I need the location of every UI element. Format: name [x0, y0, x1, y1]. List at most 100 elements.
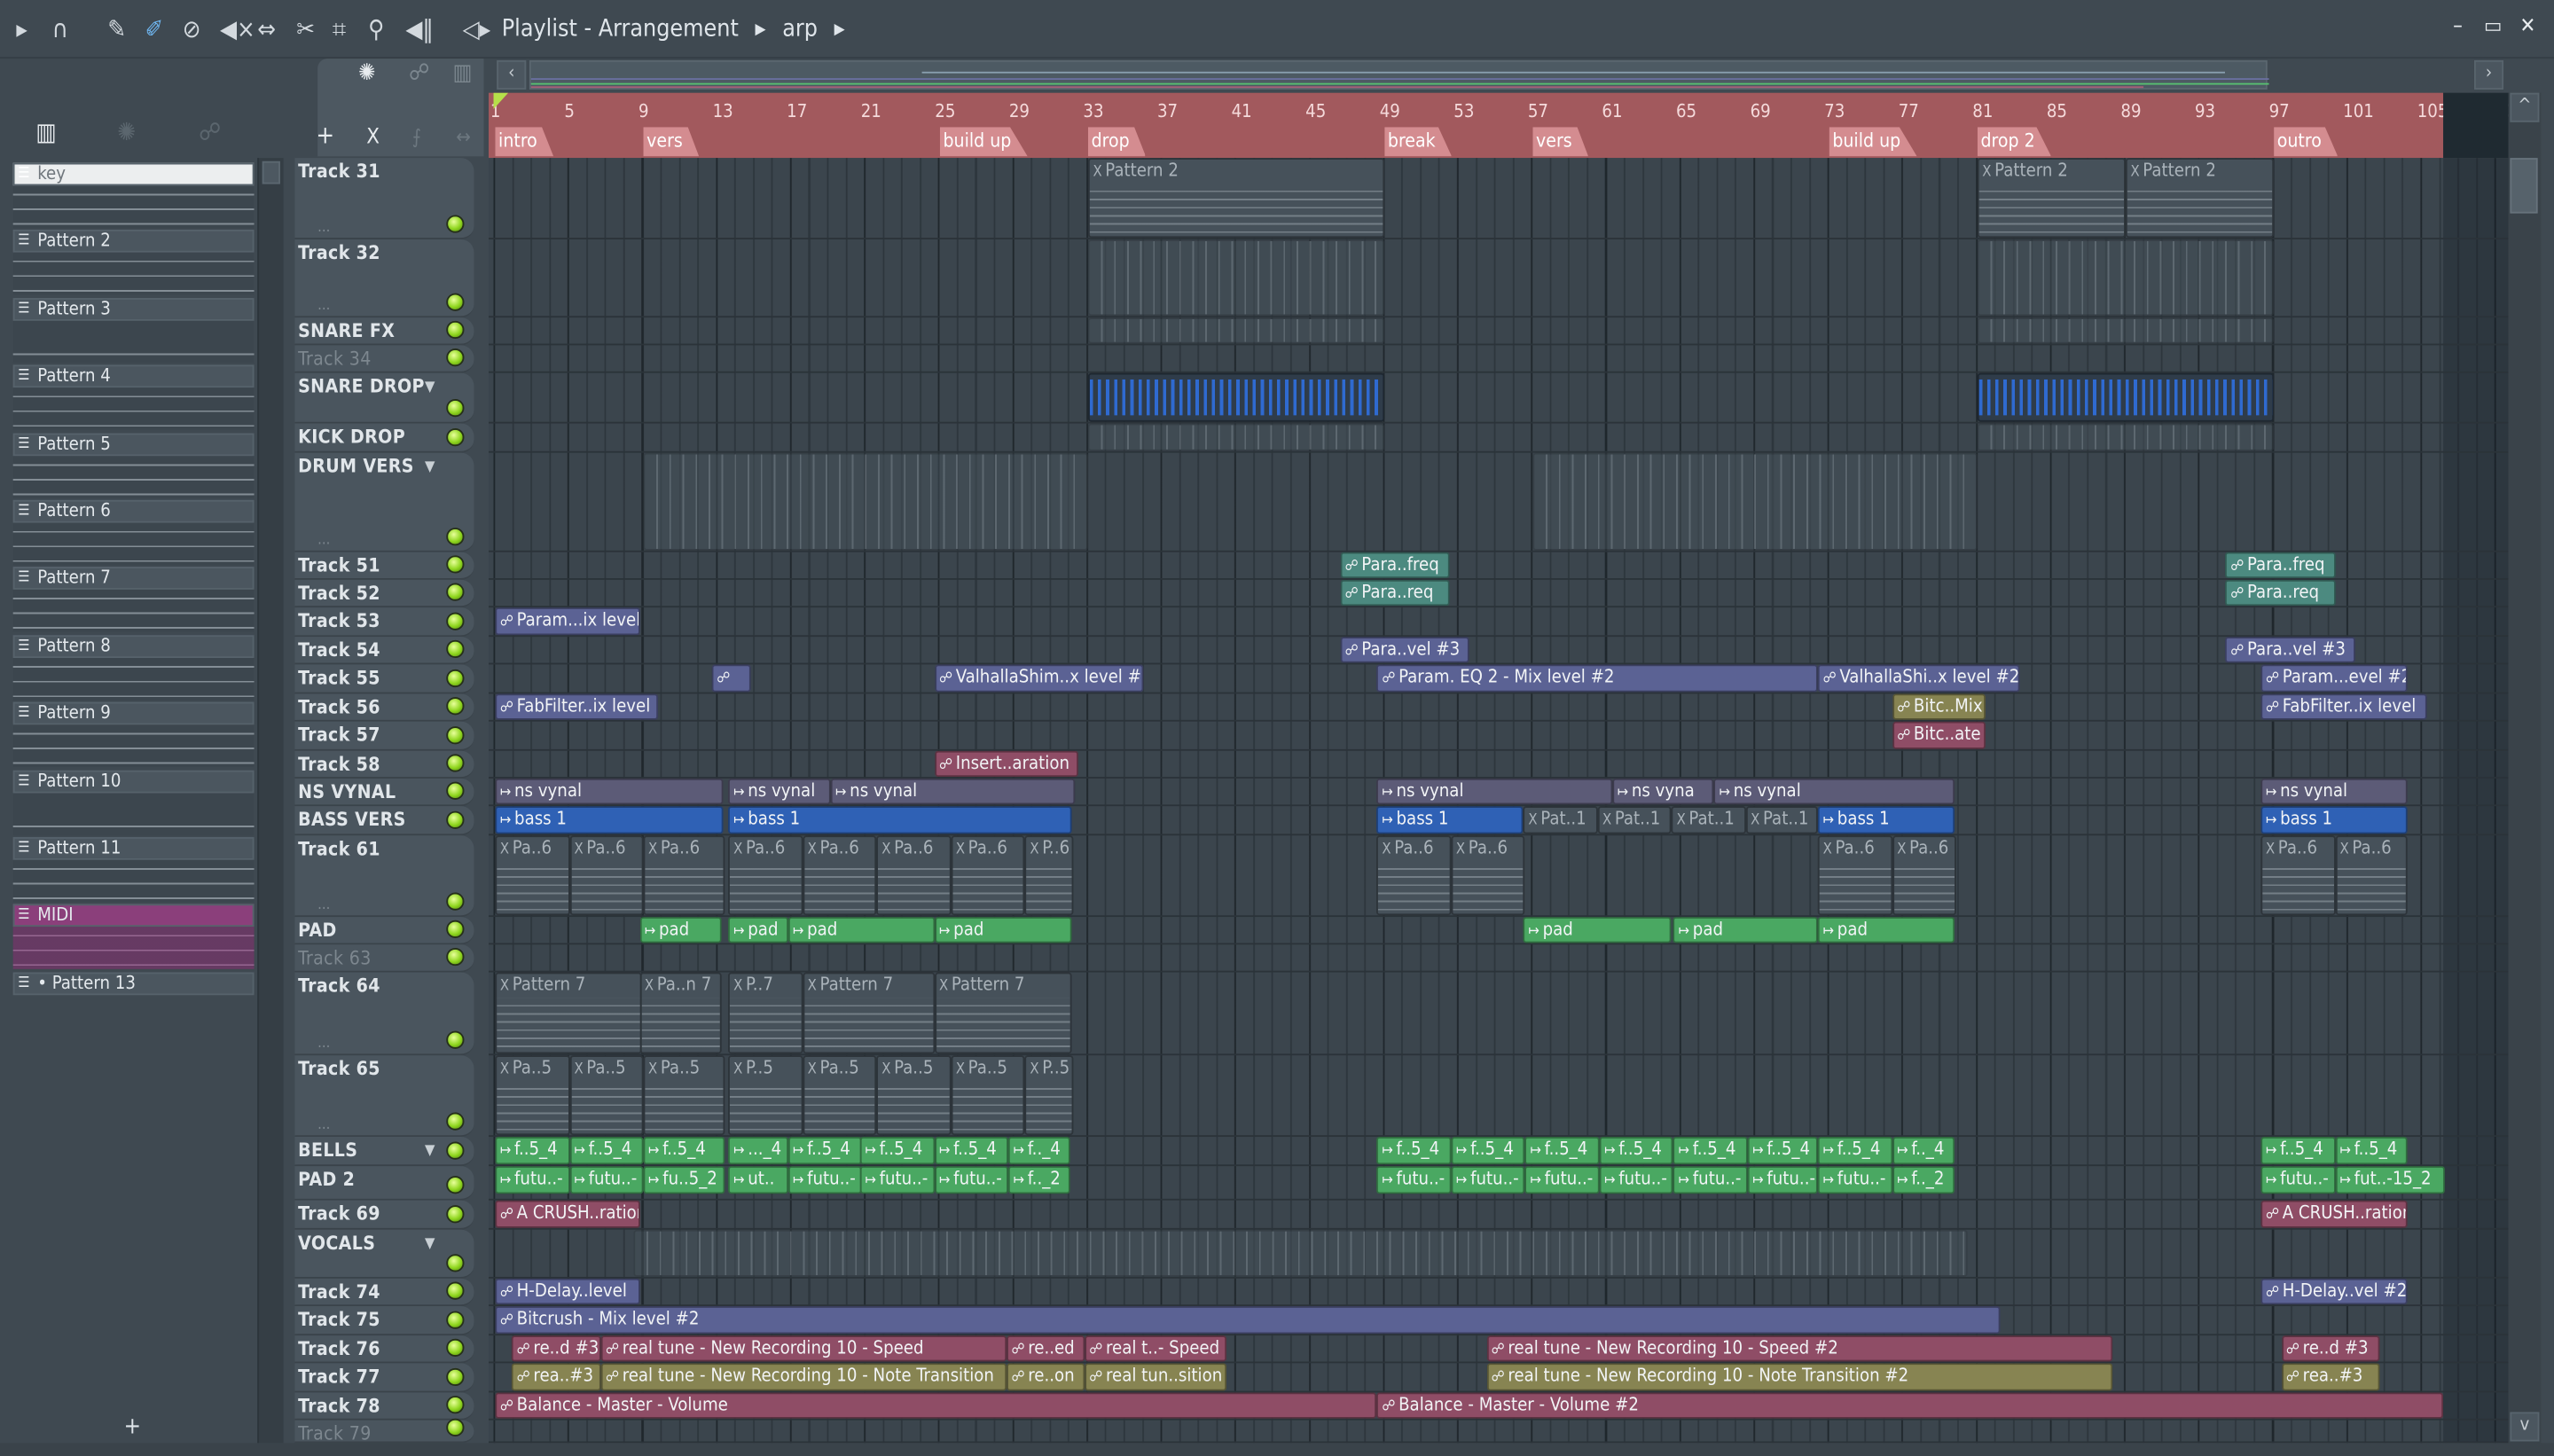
- clip-pattern[interactable]: X Pa..5: [568, 1055, 644, 1136]
- clip-audio[interactable]: ↦ f.._4: [1892, 1137, 1955, 1165]
- track-enable-led[interactable]: [446, 1176, 465, 1194]
- track-enable-led[interactable]: [446, 920, 465, 938]
- track-header[interactable]: Track 63: [294, 944, 474, 973]
- pattern-header[interactable]: ☰ Pattern 11: [12, 837, 255, 860]
- clip-auto[interactable]: ☍ Para..req: [2225, 579, 2336, 607]
- stretch-icon[interactable]: ↔: [456, 125, 471, 148]
- track-header[interactable]: Track 74: [294, 1278, 474, 1307]
- clip-pattern[interactable]: X Pattern 7: [803, 972, 935, 1054]
- clip-auto[interactable]: ☍ re..d #3: [512, 1335, 601, 1362]
- track-enable-led[interactable]: [446, 348, 465, 367]
- track-enable-led[interactable]: [446, 1338, 465, 1357]
- pattern-item[interactable]: ☰ Pattern 5: [12, 432, 255, 499]
- clip-audio[interactable]: ↦ f..5_4: [1599, 1137, 1674, 1165]
- track-header[interactable]: Track 53: [294, 607, 474, 638]
- track-header[interactable]: Track 61...: [294, 835, 474, 918]
- clip-auto[interactable]: ☍ Para..freq: [2225, 552, 2336, 579]
- clip-pattern[interactable]: X Pa..6: [495, 835, 569, 916]
- scroll-right-button[interactable]: ›: [2473, 59, 2504, 90]
- track-header[interactable]: Track 77: [294, 1363, 474, 1393]
- clip-auto[interactable]: ☍ rea..#3: [512, 1363, 601, 1391]
- add-pattern-button[interactable]: +: [124, 1413, 141, 1439]
- clip-ticks[interactable]: [1977, 372, 2275, 422]
- track-enable-led[interactable]: [446, 1281, 465, 1300]
- slip-icon[interactable]: ⇔: [257, 15, 276, 44]
- clip-audio[interactable]: ↦ futu..-: [787, 1166, 863, 1194]
- track-header[interactable]: Track 51: [294, 552, 474, 580]
- clip-pattern[interactable]: X Pa..6: [2335, 835, 2408, 916]
- clip-audio[interactable]: ↦ f..5_4: [934, 1137, 1009, 1165]
- clip-auto[interactable]: ☍ Insert..aration: [934, 750, 1079, 778]
- clip-auto[interactable]: ☍ A CRUSH..ration: [495, 1200, 640, 1228]
- track-enable-led[interactable]: [446, 781, 465, 800]
- clip-ghost[interactable]: [1977, 423, 2275, 451]
- clip-auto[interactable]: ☍ Para..freq: [1340, 552, 1450, 579]
- pattern-item[interactable]: ☰ Pattern 9: [12, 701, 255, 769]
- clip-pattern[interactable]: X Pa..6: [876, 835, 952, 916]
- clip-audio[interactable]: ↦ futu..-: [934, 1166, 1009, 1194]
- track-enable-led[interactable]: [446, 726, 465, 745]
- clip-pattern[interactable]: X Pat..1: [1523, 806, 1598, 834]
- clip-auto[interactable]: ☍ rea..#3: [2281, 1363, 2380, 1391]
- clip-auto[interactable]: ☍ real t..- Speed: [1084, 1335, 1227, 1362]
- clip-pattern[interactable]: X Pa..6: [1451, 835, 1525, 916]
- arrangement-marker[interactable]: vers: [643, 127, 700, 157]
- clip-auto[interactable]: ☍ H-Delay..vel #2: [2260, 1278, 2408, 1305]
- track-enable-led[interactable]: [446, 1367, 465, 1387]
- clip-audio[interactable]: ↦ f..5_4: [1376, 1137, 1452, 1165]
- track-enable-led[interactable]: [446, 555, 465, 574]
- clip-auto[interactable]: ☍ ValhallaShim..x level #2: [934, 664, 1144, 693]
- track-header[interactable]: Track 52: [294, 579, 474, 608]
- clip-audio[interactable]: ↦ ..._4: [728, 1137, 788, 1165]
- clip-ghost[interactable]: [634, 1229, 1969, 1277]
- track-enable-led[interactable]: [446, 1254, 465, 1272]
- clip-pattern[interactable]: X Pa..6: [1818, 835, 1892, 916]
- clip-pattern[interactable]: X Pat..1: [1745, 806, 1819, 834]
- clip-audio[interactable]: ↦ ns vynal: [495, 778, 724, 805]
- pattern-header[interactable]: ☰ Pattern 2: [12, 230, 255, 254]
- clip-audio[interactable]: ↦ ns vynal: [1376, 778, 1613, 805]
- clip-audio[interactable]: ↦ ut..: [728, 1166, 788, 1194]
- clip-auto[interactable]: ☍ FabFilter..ix level: [2260, 693, 2428, 720]
- clip-auto[interactable]: ☍ real tun..sition: [1084, 1363, 1227, 1391]
- pattern-item[interactable]: ☰ key: [12, 162, 255, 230]
- pattern-header[interactable]: ☰ key: [12, 162, 255, 186]
- clip-audio[interactable]: ↦ futu..-: [1747, 1166, 1819, 1194]
- track-enable-led[interactable]: [446, 583, 465, 601]
- magnet-snap-icon[interactable]: ∩: [52, 15, 68, 44]
- clip-auto[interactable]: ☍ ValhallaShi..x level #2: [1818, 664, 2020, 693]
- clip-pattern[interactable]: X Pattern 2: [1977, 158, 2126, 239]
- track-enable-led[interactable]: [446, 697, 465, 716]
- clip-auto[interactable]: ☍ A CRUSH..ration: [2260, 1200, 2408, 1228]
- add-track-button[interactable]: +: [316, 121, 334, 150]
- clip-auto[interactable]: ☍: [711, 664, 751, 693]
- clip-pattern[interactable]: X Pa..6: [643, 835, 725, 916]
- clip-pattern[interactable]: X Pattern 2: [1087, 158, 1385, 239]
- clip-audio[interactable]: ↦ fu..5_2: [643, 1166, 725, 1194]
- clip-audio[interactable]: ↦ pad: [728, 917, 788, 943]
- clip-pattern[interactable]: X Pa..n 7: [639, 972, 722, 1054]
- track-header[interactable]: Track 55: [294, 664, 474, 694]
- playback-icon[interactable]: ◀‖: [405, 15, 433, 44]
- close-button[interactable]: ✕: [2519, 15, 2535, 40]
- track-enable-led[interactable]: [446, 428, 465, 447]
- clip-audio[interactable]: ↦ futu..-: [1524, 1166, 1600, 1194]
- pattern-header[interactable]: ☰ Pattern 9: [12, 701, 255, 725]
- track-header[interactable]: BELLS ▼: [294, 1137, 474, 1167]
- pattern-item[interactable]: ☰ Pattern 2: [12, 230, 255, 297]
- track-header[interactable]: Track 78: [294, 1392, 474, 1421]
- pattern-filter-icon[interactable]: ▥: [453, 60, 473, 86]
- clip-auto[interactable]: ☍ Balance - Master - Volume: [495, 1392, 1377, 1419]
- track-enable-led[interactable]: [446, 215, 465, 233]
- arrangement-marker[interactable]: intro: [495, 127, 554, 157]
- pencil-draw-icon[interactable]: ✎: [107, 15, 126, 44]
- track-enable-led[interactable]: [446, 1396, 465, 1414]
- clip-auto[interactable]: ☍ Bitcrush - Mix level #2: [495, 1306, 2000, 1335]
- arrangement-marker[interactable]: vers: [1532, 127, 1589, 157]
- track-enable-led[interactable]: [446, 810, 465, 829]
- arrangement-grid[interactable]: X Pattern 2 X Pattern 2 X Pattern 2 ☍ Para..fre…: [489, 158, 2509, 1444]
- track-header[interactable]: Track 32...: [294, 239, 474, 318]
- clip-audio[interactable]: ↦ pad: [1523, 917, 1673, 943]
- clip-audio[interactable]: ↦ fut..-15_2: [2335, 1166, 2445, 1194]
- clip-audio[interactable]: ↦ f..5_4: [1818, 1137, 1892, 1165]
